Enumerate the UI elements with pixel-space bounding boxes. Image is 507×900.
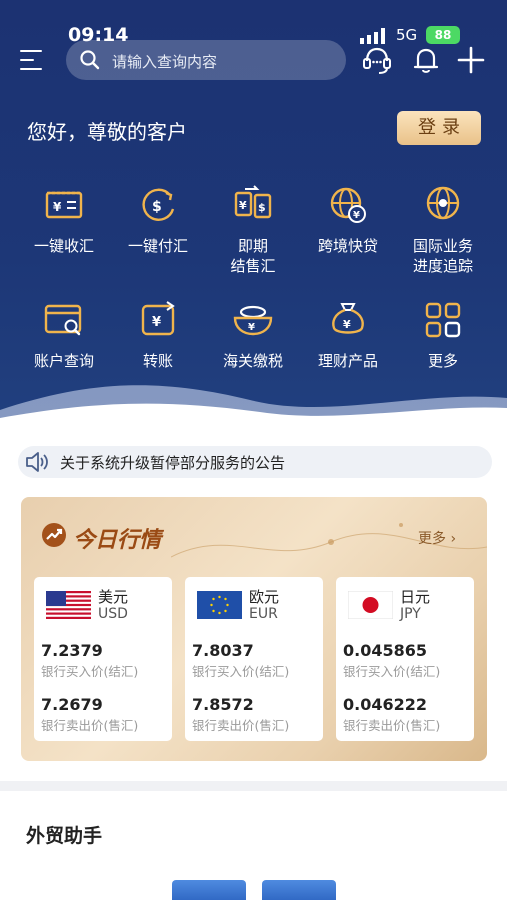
func-label: 转账	[142, 352, 173, 370]
market-more-link[interactable]: 更多 ›	[418, 528, 456, 548]
spot-exchange-icon: ¥ $	[234, 185, 272, 219]
buy-rate: 7.2379	[41, 641, 103, 660]
cross-border-loan-icon: ¥	[330, 187, 366, 223]
currency-name: 美元	[98, 588, 129, 606]
section-title: 外贸助手	[26, 825, 103, 847]
func-account-query[interactable]: 账户查询	[14, 298, 114, 371]
wealth-product-icon: ¥	[332, 303, 364, 334]
exchange-rate-panel: 今日行情 更多 › 美元 USD 7.2379 银行买入价(结汇) 7.2679…	[21, 497, 487, 761]
func-wealth-product[interactable]: ¥ 理财产品	[298, 298, 398, 371]
pay-remittance-icon: $	[142, 188, 175, 221]
add-icon[interactable]	[455, 44, 487, 76]
us-flag-icon	[46, 591, 91, 619]
func-customs-tax[interactable]: ¥ 海关缴税	[203, 298, 303, 371]
progress-tracking-icon	[426, 186, 460, 220]
buy-rate-label: 银行买入价(结汇)	[192, 664, 290, 679]
sell-rate-label: 银行卖出价(售汇)	[41, 718, 139, 733]
wave-decoration	[0, 385, 507, 430]
search-placeholder: 请输入查询内容	[112, 53, 218, 71]
search-icon	[80, 50, 100, 70]
buy-rate: 0.045865	[343, 641, 428, 660]
chevron-right-icon: ›	[450, 531, 457, 547]
func-label: 跨境快贷	[317, 237, 378, 255]
currency-name: 日元	[400, 588, 431, 606]
sell-rate-label: 银行卖出价(售汇)	[343, 718, 441, 733]
currency-card-jpy[interactable]: 日元 JPY 0.045865 银行买入价(结汇) 0.046222 银行卖出价…	[336, 577, 474, 741]
sell-rate: 7.2679	[41, 695, 103, 714]
battery-badge: 88	[426, 26, 460, 44]
account-query-icon	[44, 304, 82, 336]
func-label: 国际业务 进度追踪	[412, 237, 473, 275]
func-receive-remittance[interactable]: ¥ 一键收汇	[14, 183, 114, 256]
func-pay-remittance[interactable]: $ 一键付汇	[108, 183, 208, 256]
search-bar[interactable]: 请输入查询内容	[66, 40, 346, 80]
trade-assistant-card[interactable]	[262, 880, 336, 900]
svg-text:$: $	[258, 201, 266, 214]
section-divider	[0, 781, 507, 791]
func-label: 即期 结售汇	[230, 237, 276, 275]
currency-code: JPY	[400, 606, 421, 622]
func-spot-exchange[interactable]: ¥ $ 即期 结售汇	[203, 183, 303, 276]
func-label: 理财产品	[317, 352, 378, 370]
announcement-bar[interactable]: 关于系统升级暂停部分服务的公告	[18, 446, 492, 478]
buy-rate: 7.8037	[192, 641, 254, 660]
announcement-text: 关于系统升级暂停部分服务的公告	[60, 454, 286, 472]
currency-card-usd[interactable]: 美元 USD 7.2379 银行买入价(结汇) 7.2679 银行卖出价(售汇)	[34, 577, 172, 741]
network-type: 5G	[396, 26, 418, 44]
svg-text:$: $	[152, 199, 162, 215]
svg-text:¥: ¥	[239, 199, 247, 212]
func-transfer[interactable]: ¥ 转账	[108, 298, 208, 371]
svg-text:¥: ¥	[353, 210, 360, 221]
grid-more-icon	[425, 302, 461, 338]
bell-icon[interactable]	[410, 44, 442, 76]
customer-service-icon[interactable]	[361, 44, 393, 76]
buy-rate-label: 银行买入价(结汇)	[41, 664, 139, 679]
func-cross-border-loan[interactable]: ¥ 跨境快贷	[298, 183, 398, 256]
login-button[interactable]: 登录	[397, 111, 481, 145]
menu-button[interactable]	[20, 48, 46, 72]
currency-code: EUR	[249, 606, 278, 622]
func-label: 更多	[427, 352, 458, 370]
svg-text:¥: ¥	[248, 322, 255, 333]
func-label: 一键付汇	[127, 237, 188, 255]
func-progress-tracking[interactable]: 国际业务 进度追踪	[393, 183, 493, 276]
market-title: 今日行情	[73, 528, 162, 553]
receive-remittance-icon: ¥	[45, 191, 83, 219]
customs-tax-icon: ¥	[233, 305, 273, 336]
eu-flag-icon	[197, 591, 242, 619]
func-label: 海关缴税	[222, 352, 283, 370]
sell-rate: 7.8572	[192, 695, 254, 714]
svg-text:¥: ¥	[53, 200, 62, 214]
currency-name: 欧元	[249, 588, 280, 606]
sell-rate: 0.046222	[343, 695, 428, 714]
buy-rate-label: 银行买入价(结汇)	[343, 664, 441, 679]
trade-assistant-card[interactable]	[172, 880, 246, 900]
func-more[interactable]: 更多	[393, 298, 493, 371]
signal-icon	[360, 28, 385, 44]
japan-flag-icon	[348, 591, 393, 619]
currency-card-eur[interactable]: 欧元 EUR 7.8037 银行买入价(结汇) 7.8572 银行卖出价(售汇)	[185, 577, 323, 741]
trend-icon	[42, 523, 66, 547]
func-label: 账户查询	[33, 352, 94, 370]
func-label: 一键收汇	[33, 237, 94, 255]
transfer-icon: ¥	[141, 301, 175, 336]
svg-text:¥: ¥	[343, 318, 351, 331]
currency-code: USD	[98, 606, 128, 622]
sell-rate-label: 银行卖出价(售汇)	[192, 718, 290, 733]
speaker-icon	[26, 452, 48, 472]
svg-text:¥: ¥	[152, 315, 161, 330]
greeting-text: 您好，尊敬的客户	[27, 120, 187, 144]
